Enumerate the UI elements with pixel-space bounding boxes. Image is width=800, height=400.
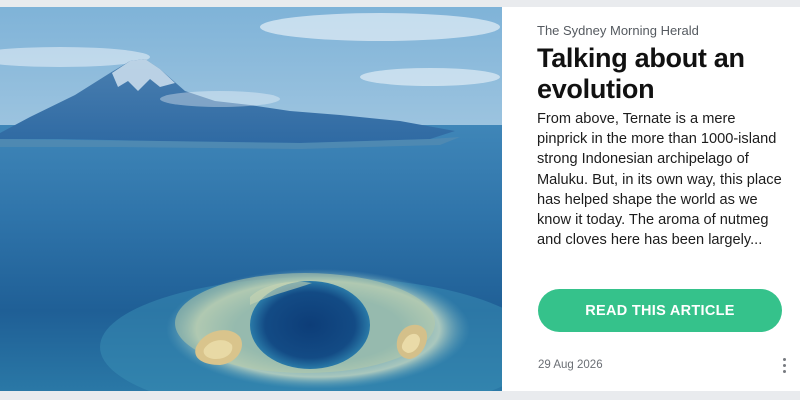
article-source: The Sydney Morning Herald — [537, 23, 699, 38]
more-vertical-icon[interactable] — [777, 356, 791, 374]
article-card[interactable]: The Sydney Morning Herald Talking about … — [0, 7, 800, 391]
read-article-button[interactable]: READ THIS ARTICLE — [538, 289, 782, 332]
article-hero-image[interactable] — [0, 7, 502, 391]
article-date: 29 Aug 2026 — [538, 359, 603, 371]
more-dot — [782, 357, 786, 361]
aerial-photo-volcano-island — [0, 7, 502, 391]
more-dot — [782, 369, 786, 373]
article-footer: 29 Aug 2026 — [538, 356, 791, 374]
article-content: The Sydney Morning Herald Talking about … — [502, 7, 800, 391]
more-dot — [782, 363, 786, 367]
article-headline[interactable]: Talking about an evolution — [537, 43, 785, 105]
article-excerpt: From above, Ternate is a mere pinprick i… — [537, 111, 782, 249]
